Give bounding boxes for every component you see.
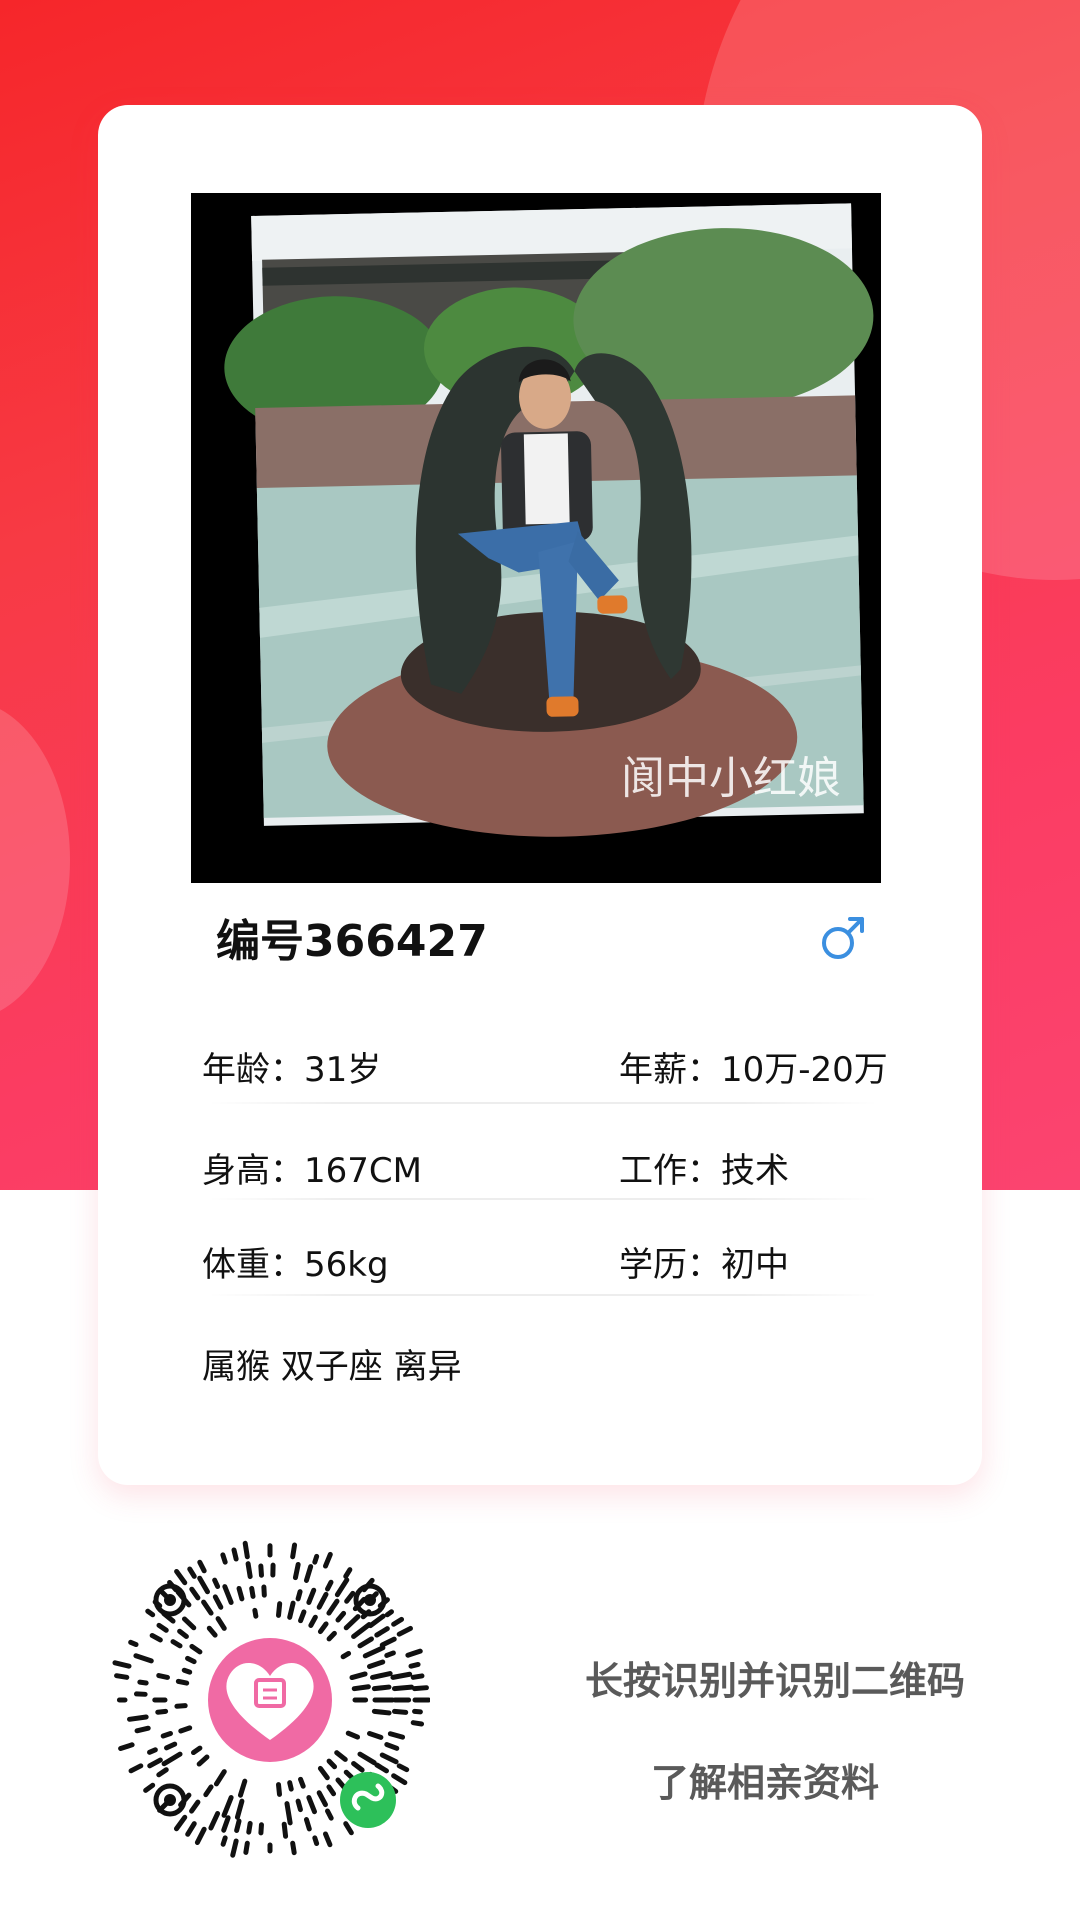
- decorative-circle: [0, 700, 70, 1020]
- photo-image: 阆中小红娘: [191, 193, 881, 883]
- qr-instruction-line1: 长按识别并识别二维码: [584, 1659, 965, 1703]
- divider: [208, 1102, 878, 1104]
- qr-instruction-line2: 了解相亲资料: [650, 1761, 879, 1805]
- education-field: 学历：初中: [619, 1245, 789, 1285]
- mini-program-qr-code[interactable]: [110, 1540, 430, 1860]
- mini-program-icon: [340, 1772, 396, 1828]
- profile-card: 阆中小红娘 编号366427 年龄：31岁 年薪：10万-20万 身高：167C…: [98, 105, 982, 1485]
- divider: [208, 1294, 878, 1296]
- age-field: 年龄：31岁: [202, 1050, 382, 1090]
- height-field: 身高：167CM: [202, 1151, 422, 1191]
- salary-field: 年薪：10万-20万: [619, 1050, 888, 1090]
- tags-field: 属猴 双子座 离异: [202, 1347, 462, 1387]
- profile-photo[interactable]: 阆中小红娘: [191, 193, 881, 883]
- male-icon: [822, 917, 864, 959]
- divider: [208, 1198, 878, 1200]
- weight-field: 体重：56kg: [202, 1245, 389, 1285]
- job-field: 工作：技术: [619, 1151, 789, 1191]
- profile-id: 编号366427: [216, 916, 488, 967]
- photo-watermark: 阆中小红娘: [621, 753, 841, 804]
